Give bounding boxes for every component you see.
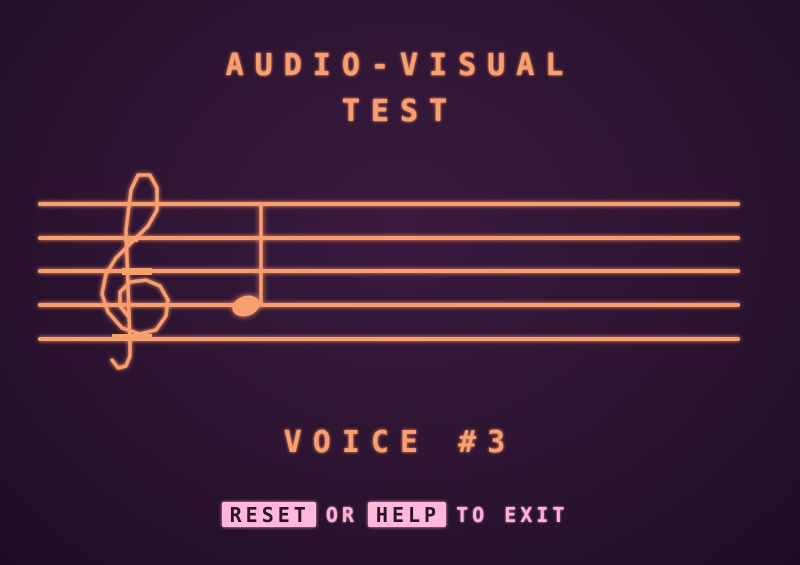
music-staff <box>38 173 740 370</box>
exit-connector: OR <box>325 503 358 527</box>
clef-highlight-1 <box>124 236 138 242</box>
audio-visual-test-screen: AUDIO-VISUAL TEST VOICE #3 RESET OR HELP TO… <box>0 0 800 565</box>
reset-key-label[interactable]: RESET <box>221 502 316 527</box>
help-key-label[interactable]: HELP <box>367 502 447 527</box>
clef-highlight-2 <box>122 268 152 275</box>
quarter-note-icon <box>232 204 263 317</box>
exit-suffix: TO EXIT <box>456 503 569 527</box>
voice-label: VOICE #3 <box>283 425 517 460</box>
clef-highlight-3 <box>112 334 152 341</box>
exit-prompt: RESET OR HELP TO EXIT <box>0 502 800 527</box>
